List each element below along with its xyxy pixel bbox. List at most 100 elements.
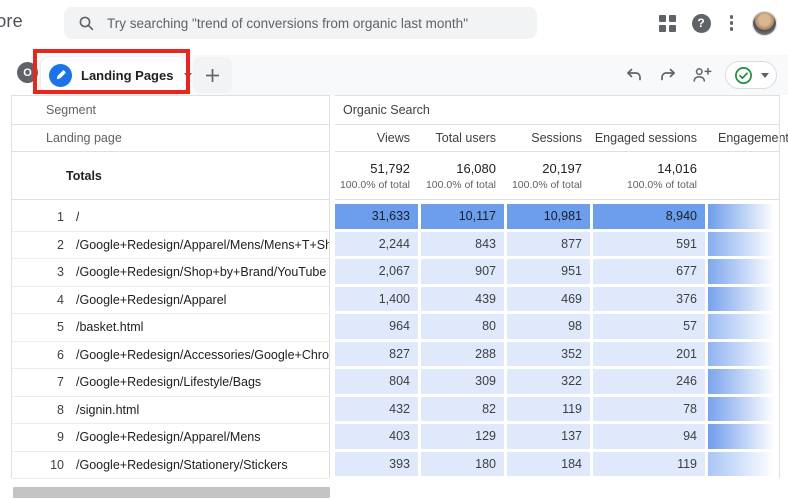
table-row-metrics[interactable]: 432 82 119 78 (335, 396, 779, 421)
table-row-metrics[interactable]: 403 129 137 94 (335, 424, 779, 449)
metric-cell: 184 (507, 451, 590, 476)
table-row[interactable]: 4/Google+Redesign/Apparel (12, 287, 329, 314)
landing-page-cell: /Google+Redesign/Apparel (76, 292, 227, 307)
engagement-heat-cell (708, 314, 779, 339)
table-row[interactable]: 3/Google+Redesign/Shop+by+Brand/YouTube (12, 259, 329, 287)
horizontal-scrollbar-thumb[interactable] (13, 487, 330, 498)
dimension-header-row[interactable]: Landing page (12, 125, 329, 152)
segment-label: Segment (46, 103, 97, 117)
totals-subtext: 100.0% of total (425, 178, 496, 191)
tab-caret-icon[interactable] (184, 72, 193, 78)
dimension-pane: Segment Landing page Totals 1/2/Google+R… (11, 95, 330, 479)
undo-button[interactable] (623, 64, 645, 86)
metric-cell: 432 (335, 396, 418, 421)
table-row-metrics[interactable]: 2,067 907 951 677 (335, 259, 779, 284)
status-caret-icon (760, 72, 769, 78)
search-icon (79, 16, 94, 30)
metric-cell: 964 (335, 314, 418, 339)
metric-cell: 57 (593, 314, 705, 339)
table-row-metrics[interactable]: 31,633 10,117 10,981 8,940 (335, 204, 779, 229)
table-row-metrics[interactable]: 2,244 843 877 591 (335, 231, 779, 256)
engagement-heat-cell (708, 341, 779, 366)
save-status-button[interactable] (725, 61, 777, 89)
metric-cell: 403 (335, 424, 418, 449)
table-row-metrics[interactable]: 393 180 184 119 (335, 451, 779, 476)
metric-cell: 31,633 (335, 204, 418, 229)
table-row-metrics[interactable]: 1,400 439 469 376 (335, 286, 779, 311)
metric-cell: 1,400 (335, 286, 418, 311)
search-placeholder: Try searching "trend of conversions from… (107, 15, 468, 31)
table-row-metrics[interactable]: 827 288 352 201 (335, 341, 779, 366)
metric-cell: 393 (335, 451, 418, 476)
landing-page-cell: /Google+Redesign/Accessories/Google+Chro… (76, 347, 329, 362)
tab-landing-pages[interactable]: Landing Pages (41, 57, 193, 93)
table-row[interactable]: 2/Google+Redesign/Apparel/Mens/Mens+T+Sh… (12, 232, 329, 259)
metric-cell: 827 (335, 341, 418, 366)
tab-label: Landing Pages (81, 67, 174, 83)
landing-page-cell: /Google+Redesign/Apparel/Mens/Mens+T+Shi… (76, 237, 329, 252)
share-button[interactable] (691, 64, 713, 86)
column-header[interactable]: Sessions (507, 131, 590, 145)
table-row[interactable]: 6/Google+Redesign/Accessories/Google+Chr… (12, 342, 329, 369)
metric-cell: 677 (593, 259, 705, 284)
step-badge: O (17, 62, 38, 83)
totals-label-row: Totals (12, 152, 329, 200)
add-tab-icon (206, 68, 219, 82)
analytics-exploration-app: tore Try searching "trend of conversions… (0, 0, 788, 500)
metric-cell: 352 (507, 341, 590, 366)
help-icon[interactable]: ? (691, 13, 711, 33)
redo-button[interactable] (657, 64, 679, 86)
engagement-heat-cell (708, 204, 779, 229)
metric-cell: 322 (507, 369, 590, 394)
metrics-pane: Organic Search Views Total users Sessions E… (335, 95, 788, 478)
engagement-heat-cell (708, 424, 779, 449)
row-rank: 7 (57, 375, 64, 390)
table-row[interactable]: 10/Google+Redesign/Stationery/Stickers (12, 452, 329, 479)
table-row-metrics[interactable]: 964 80 98 57 (335, 314, 779, 339)
metric-cell: 82 (421, 396, 504, 421)
user-avatar[interactable] (752, 10, 777, 36)
apps-grid-icon[interactable] (658, 15, 676, 32)
column-header[interactable]: Engagement rate (708, 131, 788, 145)
metric-cell: 907 (421, 259, 504, 284)
metric-cell: 180 (421, 451, 504, 476)
landing-page-cell: / (76, 210, 80, 225)
totals-cell (708, 174, 779, 177)
metric-cell: 80 (421, 314, 504, 339)
totals-label: Totals (66, 168, 102, 183)
metric-cell: 951 (507, 259, 590, 284)
kebab-menu-icon[interactable] (728, 13, 736, 33)
metric-cell: 8,940 (593, 204, 705, 229)
column-header[interactable]: Engaged sessions (593, 131, 705, 145)
add-tab-button[interactable] (193, 57, 232, 93)
row-rank: 9 (57, 430, 64, 445)
row-rank: 8 (57, 402, 64, 417)
row-rank: 10 (50, 457, 64, 472)
global-search-input[interactable]: Try searching "trend of conversions from… (64, 7, 537, 39)
metric-cell: 288 (421, 341, 504, 366)
metric-cell: 246 (593, 369, 705, 394)
table-row[interactable]: 8/signin.html (12, 397, 329, 424)
table-row[interactable]: 9/Google+Redesign/Apparel/Mens (12, 424, 329, 452)
table-row[interactable]: 5/basket.html (12, 314, 329, 342)
dimension-label: Landing page (46, 131, 122, 145)
metric-cell: 98 (507, 314, 590, 339)
undo-icon (627, 68, 641, 81)
table-right-border (779, 95, 780, 478)
metric-group-row: Organic Search (335, 96, 779, 125)
totals-value: 14,016 (657, 160, 697, 176)
brand-text-clipped: tore (0, 11, 23, 31)
dimension-rows: 1/2/Google+Redesign/Apparel/Mens/Mens+T+… (12, 200, 329, 479)
column-header[interactable]: Views (335, 131, 418, 145)
metric-cell: 10,981 (507, 204, 590, 229)
row-rank: 5 (57, 320, 64, 335)
engagement-heat-cell (708, 231, 779, 256)
metric-cell: 119 (507, 396, 590, 421)
totals-subtext: 100.0% of total (626, 178, 697, 191)
metric-cell: 119 (593, 451, 705, 476)
table-row[interactable]: 7/Google+Redesign/Lifestyle/Bags (12, 369, 329, 397)
table-row-metrics[interactable]: 804 309 322 246 (335, 369, 779, 394)
landing-page-cell: /Google+Redesign/Stationery/Stickers (76, 457, 288, 472)
table-row[interactable]: 1/ (12, 204, 329, 232)
column-header[interactable]: Total users (421, 131, 504, 145)
